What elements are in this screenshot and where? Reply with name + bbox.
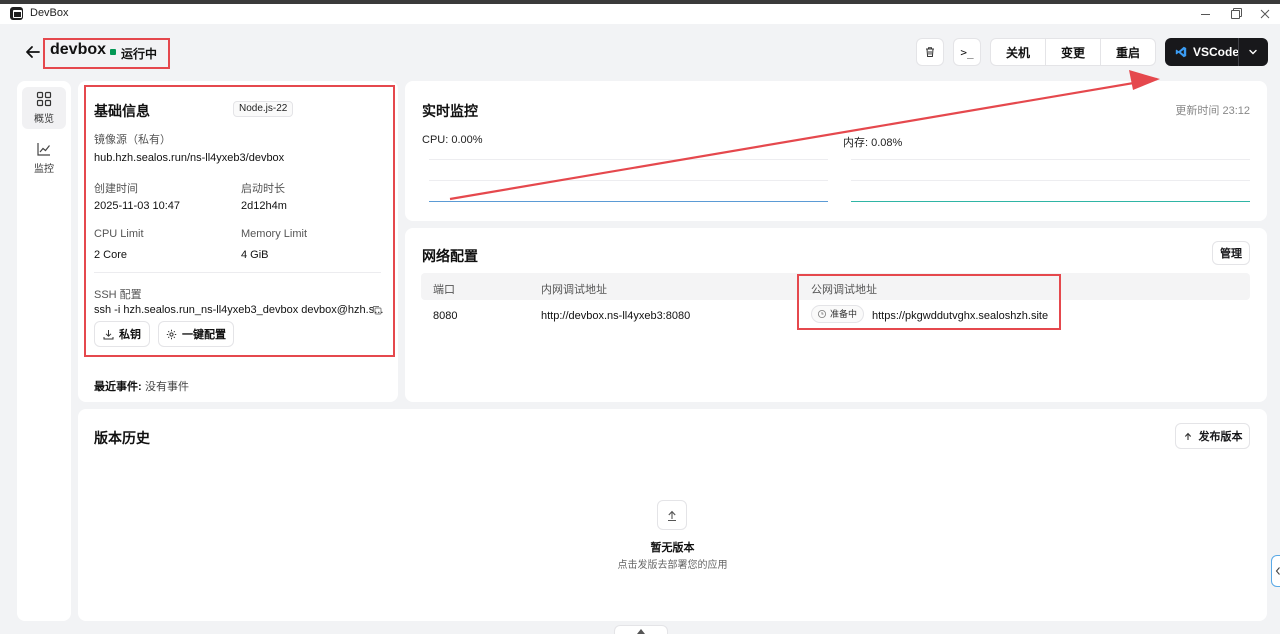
- nav-label-monitor: 监控: [34, 164, 54, 175]
- vscode-divider: [1238, 38, 1239, 66]
- cpu-usage-line: [429, 201, 828, 202]
- memory-usage-line: [851, 201, 1250, 202]
- update-time: 更新时间 23:12: [1175, 105, 1250, 117]
- nav-item-overview[interactable]: 概览: [22, 87, 66, 129]
- vscode-button[interactable]: VSCode: [1165, 38, 1268, 66]
- public-address-highlight-box: [797, 274, 1061, 330]
- shutdown-button[interactable]: 关机: [991, 39, 1046, 65]
- title-highlight-box: [43, 38, 170, 69]
- side-navigation: 概览 监控: [17, 81, 71, 621]
- upload-icon: [1184, 432, 1191, 440]
- column-internal-address: 内网调试地址: [541, 284, 607, 296]
- empty-state-subtitle: 点击发版去部署您的应用: [617, 560, 728, 571]
- vscode-icon: [1175, 46, 1187, 58]
- publish-version-label: 发布版本: [1198, 431, 1243, 443]
- cpu-gridline: [429, 180, 828, 181]
- trash-icon: [926, 47, 934, 57]
- chevron-down-icon[interactable]: [1248, 47, 1258, 57]
- memory-gridline: [851, 180, 1250, 181]
- delete-button[interactable]: [916, 38, 944, 66]
- chart-icon: [37, 143, 50, 156]
- modify-button[interactable]: 变更: [1046, 39, 1101, 65]
- chevron-left-icon: [1275, 567, 1280, 575]
- empty-state-title: 暂无版本: [650, 542, 695, 554]
- maximize-button[interactable]: [1220, 5, 1250, 23]
- restart-button[interactable]: 重启: [1101, 39, 1155, 65]
- empty-state-icon: [657, 500, 687, 530]
- network-title: 网络配置: [422, 248, 478, 264]
- back-arrow-icon[interactable]: [24, 43, 42, 61]
- upload-icon: [668, 510, 676, 522]
- window-title: DevBox: [30, 7, 69, 19]
- version-history-title: 版本历史: [94, 430, 150, 446]
- version-history-card: 版本历史 发布版本 暂无版本 点击发版去部署您的应用: [78, 409, 1267, 621]
- page-header: devbox 运行中 >_ 关机 变更 重启 VSCode: [0, 24, 1280, 80]
- nav-item-monitor[interactable]: 监控: [22, 137, 66, 179]
- recent-events-value: 没有事件: [145, 381, 189, 393]
- bottom-expand-tab[interactable]: [614, 625, 668, 634]
- internal-address-value[interactable]: http://devbox.ns-ll4yxeb3:8080: [541, 310, 690, 322]
- monitor-title: 实时监控: [422, 103, 478, 119]
- title-bar: DevBox: [0, 4, 1280, 24]
- realtime-monitor-card: 实时监控 更新时间 23:12 CPU: 0.00% 内存: 0.08%: [405, 81, 1267, 221]
- close-icon: [1260, 9, 1270, 19]
- power-actions-group: 关机 变更 重启: [990, 38, 1156, 66]
- memory-usage-label: 内存: 0.08%: [843, 137, 903, 149]
- minimize-button[interactable]: [1190, 5, 1220, 23]
- publish-version-button[interactable]: 发布版本: [1175, 423, 1250, 449]
- cpu-gridline: [429, 159, 828, 160]
- column-port: 端口: [433, 284, 455, 296]
- basic-info-highlight-box: [84, 85, 395, 357]
- manage-button[interactable]: 管理: [1212, 241, 1250, 265]
- recent-events-label: 最近事件:: [94, 381, 142, 393]
- side-collapse-tab[interactable]: [1271, 555, 1280, 587]
- devbox-app-icon: [10, 7, 23, 20]
- close-button[interactable]: [1250, 5, 1280, 23]
- port-value: 8080: [433, 310, 458, 322]
- terminal-button[interactable]: >_: [953, 38, 981, 66]
- nav-label-overview: 概览: [34, 114, 54, 125]
- terminal-icon: >_: [960, 45, 974, 59]
- memory-gridline: [851, 159, 1250, 160]
- cpu-usage-label: CPU: 0.00%: [422, 134, 483, 146]
- vscode-label: VSCode: [1193, 45, 1240, 59]
- grid-icon: [36, 91, 52, 107]
